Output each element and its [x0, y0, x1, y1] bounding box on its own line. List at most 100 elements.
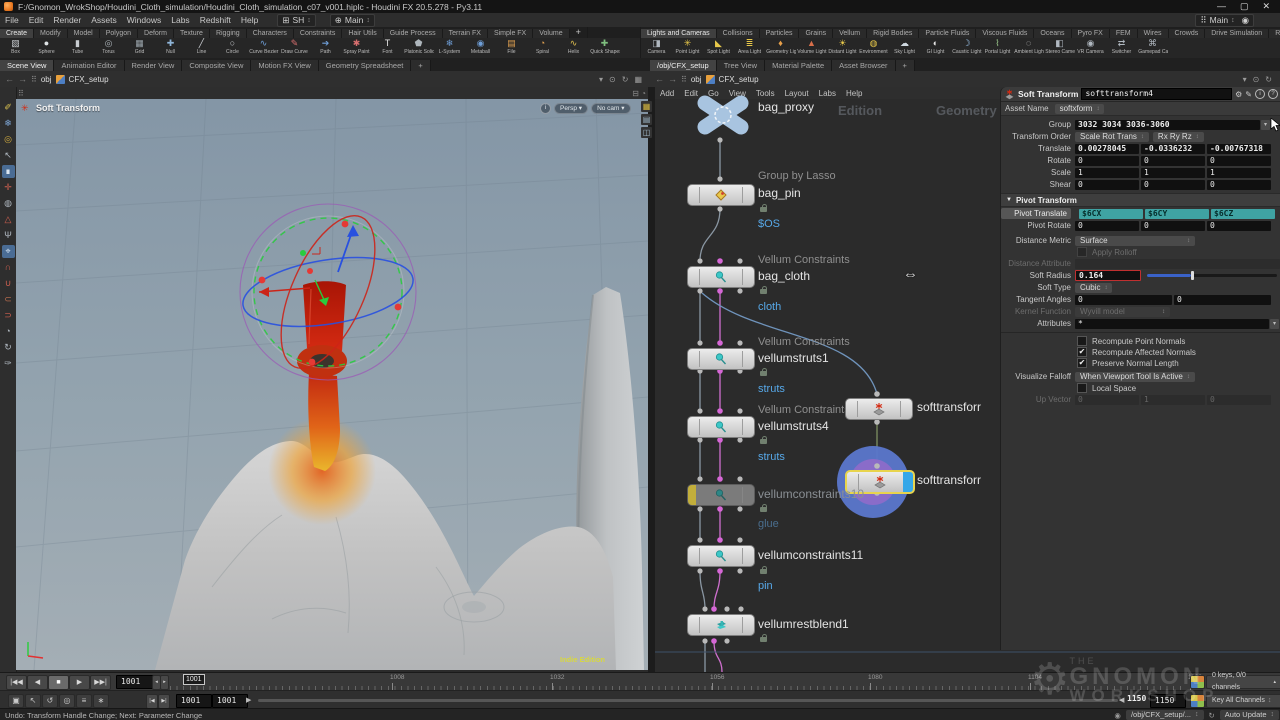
shelf-tab[interactable]: Wires: [1138, 29, 1169, 38]
checkbox[interactable]: ✔: [1077, 347, 1087, 357]
shear-z-field[interactable]: 0: [1207, 180, 1271, 190]
gear-icon[interactable]: ⚙: [1235, 90, 1242, 99]
node-bag-cloth[interactable]: [687, 266, 755, 288]
shelf-tab[interactable]: Deform: [138, 29, 174, 38]
timeline-ruler[interactable]: 1001 1008 1032 1056 1080 1104 1128: [170, 673, 1185, 691]
shelf-tool[interactable]: ⌘ Gamepad Camera: [1137, 38, 1168, 58]
viewport-tool-icon[interactable]: ◎: [2, 133, 15, 146]
view-selector[interactable]: ⊕ Main↕: [330, 14, 375, 27]
shelf-tool[interactable]: ☀ Distant Light: [827, 38, 858, 58]
node-vellumstruts1[interactable]: [687, 348, 755, 370]
pivot-translate-z-field[interactable]: $6CZ: [1211, 209, 1275, 219]
shelf-tab[interactable]: Terrain FX: [443, 29, 488, 38]
viewport-tool-icon[interactable]: ⊂: [2, 293, 15, 306]
shelf-tool[interactable]: ≣ Area Light: [734, 38, 765, 58]
node-name[interactable]: softtransforr: [917, 473, 981, 487]
stop-button[interactable]: ■: [48, 675, 69, 690]
node-name[interactable]: vellumrestblend1: [758, 617, 849, 631]
shelf-tool[interactable]: ➔ Path: [310, 38, 341, 58]
path-root[interactable]: obj: [41, 75, 52, 84]
shelf-tool[interactable]: ❄ L-System: [434, 38, 465, 58]
path-node[interactable]: CFX_setup: [719, 75, 759, 84]
shelf-tab[interactable]: Rigid Bodies: [867, 29, 919, 38]
shelf-tool[interactable]: ● Sphere: [31, 38, 62, 58]
group-dropdown[interactable]: ▾: [1261, 120, 1270, 130]
node-softtransform3[interactable]: [845, 398, 913, 420]
pane-tab[interactable]: Animation Editor: [54, 60, 124, 71]
apply-rolloff-checkbox[interactable]: [1077, 247, 1087, 257]
shelf-tab[interactable]: Simple FX: [488, 29, 533, 38]
up-vector-x-field[interactable]: 0: [1075, 395, 1139, 405]
menu-item[interactable]: File: [0, 15, 24, 25]
pane-tab[interactable]: Composite View: [182, 60, 251, 71]
shelf-tool[interactable]: ○ Circle: [217, 38, 248, 58]
global-end-field[interactable]: 1150: [1150, 694, 1186, 708]
viewport-tool-icon[interactable]: ∪: [2, 277, 15, 290]
pane-tab[interactable]: Render View: [125, 60, 183, 71]
shelf-tab[interactable]: Collisions: [717, 29, 760, 38]
pane-tab[interactable]: Material Palette: [765, 60, 832, 71]
viewport-tool-icon[interactable]: ⊃: [2, 309, 15, 322]
path-node[interactable]: CFX_setup: [69, 75, 109, 84]
persp-selector[interactable]: Persp ▾: [554, 103, 588, 114]
restore-button[interactable]: ▢: [1240, 1, 1249, 12]
desktop-selector[interactable]: ⊞ SH↕: [277, 14, 315, 27]
keys-status[interactable]: 0 keys, 0/0 channels▴: [1206, 675, 1280, 689]
viewport-tool-icon[interactable]: ⌖: [2, 245, 15, 258]
keyframe-palette-icon[interactable]: [1190, 675, 1205, 689]
play-button[interactable]: ▶: [69, 675, 90, 690]
menu-item[interactable]: Edit: [24, 15, 49, 25]
node-name[interactable]: vellumconstraints10: [758, 487, 864, 501]
shelf-tab[interactable]: Grains: [799, 29, 833, 38]
viewport-tool-icon[interactable]: ↻: [2, 341, 15, 354]
brush-icon[interactable]: ✎: [1245, 90, 1252, 99]
shelf-tool[interactable]: ☽ Caustic Light: [951, 38, 982, 58]
node-name[interactable]: vellumconstraints11: [758, 548, 863, 562]
shelf-tab[interactable]: FEM: [1110, 29, 1138, 38]
shelf-tab[interactable]: Viscous Fluids: [976, 29, 1034, 38]
shelf-tool[interactable]: ✎ Draw Curve: [279, 38, 310, 58]
main-layout-selector[interactable]: ⠿ Main↕ ◉: [1195, 14, 1254, 27]
pane-tab[interactable]: +: [411, 60, 430, 71]
scale-z-field[interactable]: 1: [1207, 168, 1271, 178]
playback-option-icon[interactable]: ▣: [8, 694, 24, 708]
soft-radius-field[interactable]: 0.164: [1075, 270, 1141, 281]
refresh-icon[interactable]: ↻: [1209, 711, 1215, 720]
pane-tab[interactable]: Tree View: [717, 60, 765, 71]
node-vellumstruts4[interactable]: [687, 416, 755, 438]
pivot-rotate-y-field[interactable]: 0: [1141, 221, 1205, 231]
shelf-tab[interactable]: Create: [0, 29, 34, 38]
viewport-tool-icon[interactable]: ✑: [2, 357, 15, 370]
current-frame-flag[interactable]: 1001: [183, 674, 205, 685]
playback-option-icon[interactable]: ≡: [76, 694, 92, 708]
minimize-button[interactable]: —: [1217, 1, 1226, 12]
menu-item[interactable]: Assets: [86, 15, 122, 25]
tangent-angle-1-field[interactable]: 0: [1075, 295, 1172, 305]
pane-tab[interactable]: /obj/CFX_setup: [650, 60, 717, 71]
shelf-tool[interactable]: ☁ Sky Light: [889, 38, 920, 58]
shelf-tab[interactable]: Drive Simulation: [1205, 29, 1269, 38]
viewport-3d-canvas[interactable]: [16, 99, 648, 670]
viewport-tool-icon[interactable]: Ψ: [2, 229, 15, 242]
shear-y-field[interactable]: 0: [1141, 180, 1205, 190]
range-end-button[interactable]: ▶|: [158, 694, 170, 709]
help-icon[interactable]: ?: [1268, 89, 1278, 99]
visualize-falloff-selector[interactable]: When Viewport Tool Is Active↕: [1075, 372, 1195, 382]
context-path-selector[interactable]: /obj/CFX_setup/...↕: [1126, 710, 1204, 720]
shelf-tab[interactable]: Vellum: [833, 29, 867, 38]
kernel-function-selector[interactable]: Wyvill model↕: [1075, 307, 1170, 317]
up-vector-y-field[interactable]: 1: [1141, 395, 1205, 405]
info-icon[interactable]: i: [1255, 89, 1265, 99]
up-vector-z-field[interactable]: 0: [1207, 395, 1271, 405]
stowbar-icon[interactable]: ▦: [641, 101, 652, 112]
node-name[interactable]: vellumstruts1: [758, 351, 829, 365]
distance-metric-selector[interactable]: Surface↕: [1075, 236, 1195, 246]
shelf-tool[interactable]: ✚ Null: [155, 38, 186, 58]
viewport-tool-icon[interactable]: ◔: [2, 325, 15, 338]
pivot-translate-label[interactable]: Pivot Translate: [1001, 208, 1071, 219]
viewport-tool-icon[interactable]: ✐: [2, 101, 15, 114]
shelf-tool[interactable]: ◉ VR Camera: [1075, 38, 1106, 58]
playback-option-icon[interactable]: ◎: [59, 694, 75, 708]
viewport-tool-icon[interactable]: ∎: [2, 165, 15, 178]
shelf-tab[interactable]: Modify: [34, 29, 68, 38]
